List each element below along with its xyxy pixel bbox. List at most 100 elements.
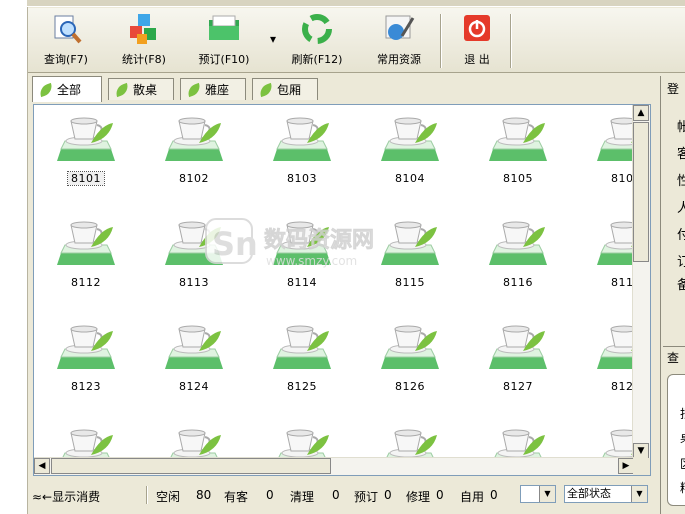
table-teacup-icon [600,429,634,461]
table-number: 8127 [503,380,533,393]
table-tile[interactable]: 8117 [586,215,634,305]
table-tile[interactable]: 8102 [154,111,234,201]
app-window: 查询(F7) 统计(F8) 预订(F10) ▾ 刷新(F12) 常用资源 退 出… [0,0,685,514]
table-tile[interactable]: 8114 [262,215,342,305]
tab-hall[interactable]: 散桌 [108,78,174,100]
reserve-button[interactable]: 预订(F10) [191,12,257,70]
table-teacup-icon [381,221,439,265]
table-tile[interactable]: 8127 [478,319,558,409]
refresh-icon [302,14,332,44]
refresh-button[interactable]: 刷新(F12) [284,12,350,70]
tab-label: 散桌 [133,82,158,97]
table-tile[interactable]: 8113 [154,215,234,305]
status-occupied-count: 0 [266,488,274,502]
table-tile[interactable] [262,423,342,461]
tab-all[interactable]: 全部 [32,76,102,102]
tab-label: 全部 [57,82,82,97]
table-number: 8113 [179,276,209,289]
leaf-icon [257,82,275,97]
side-query-box: 批 桌 区 精 [667,374,685,506]
reserve-dropdown-icon[interactable]: ▾ [270,32,276,46]
table-tile[interactable]: 8112 [46,215,126,305]
toolbar-separator [440,14,442,68]
status-filter-value: 全部状态 [567,487,611,500]
table-number: 8115 [395,276,425,289]
table-tile[interactable]: 8116 [478,215,558,305]
table-tile[interactable]: 8123 [46,319,126,409]
table-tile[interactable]: 8104 [370,111,450,201]
side-field-payment: 付 [677,228,685,243]
side-panel-header: 登 [667,82,680,96]
status-reserved-count: 0 [384,488,392,502]
table-teacup-icon [276,429,329,461]
table-teacup-icon [165,221,223,265]
table-number: 8106 [611,172,634,185]
table-tile[interactable] [46,423,126,461]
exit-button[interactable]: 退 出 [452,12,502,70]
box-field-area: 区 [680,455,685,472]
table-tile[interactable]: 8106 [586,111,634,201]
table-tile[interactable]: 8126 [370,319,450,409]
table-teacup-icon [384,429,437,461]
refresh-label: 刷新(F12) [291,53,343,66]
show-consumption-toggle[interactable]: ≈←显示消费 [32,488,100,505]
leaf-icon [185,82,203,97]
vertical-scroll-thumb[interactable] [633,122,649,262]
side-field-gender: 性 [677,174,685,189]
table-teacup-icon [489,117,547,161]
tab-private-room[interactable]: 包厢 [252,78,318,100]
table-teacup-icon [57,117,115,161]
table-number: 8126 [395,380,425,393]
side-field-account: 帐 [677,120,685,135]
table-tile[interactable] [478,423,558,461]
tab-label: 包厢 [277,82,302,97]
status-repair-count: 0 [436,488,444,502]
side-field-guest: 客 [677,147,685,162]
horizontal-scrollbar[interactable]: ◀ ▶ [34,457,634,475]
scroll-corner [633,458,650,475]
toolbar-separator [510,14,512,68]
table-tile[interactable]: 8101 [46,111,126,201]
table-number: 8114 [287,276,317,289]
table-number: 8128 [611,380,634,393]
query-button[interactable]: 查询(F7) [36,12,96,70]
table-teacup-icon [492,429,545,461]
scroll-left-icon[interactable]: ◀ [34,458,50,474]
cubes-icon [130,14,156,44]
status-reserved-label: 预订 [354,490,379,504]
status-cleaning-count: 0 [332,488,340,502]
table-tile[interactable] [154,423,234,461]
checkin-side-panel: 登 帐 客 性 人 付 订 备 查 批 桌 区 精 [660,76,685,514]
stats-button[interactable]: 统计(F8) [114,12,174,70]
table-tile[interactable]: 8125 [262,319,342,409]
table-tile[interactable]: 8128 [586,319,634,409]
horizontal-scroll-thumb[interactable] [51,458,331,474]
scroll-right-icon[interactable]: ▶ [618,458,634,474]
table-teacup-icon [273,325,331,369]
vertical-scrollbar[interactable]: ▲ ▼ [632,105,650,459]
table-number: 8124 [179,380,209,393]
box-field-fine: 精 [680,479,685,496]
scroll-down-icon[interactable]: ▼ [633,443,649,459]
table-tile[interactable]: 8103 [262,111,342,201]
stats-label: 统计(F8) [122,53,166,66]
table-number: 8117 [611,276,634,289]
table-tile[interactable] [586,423,634,461]
side-field-people: 人 [677,201,685,216]
table-teacup-icon [597,221,634,265]
area-filter-select[interactable]: ▼ [520,485,556,503]
table-number: 8112 [71,276,101,289]
tab-booth[interactable]: 雅座 [180,78,246,100]
table-grid-panel: 8101 8102 8103 8104 8105 8106 8112 8113 8114 8115… [33,104,651,476]
table-tile[interactable] [370,423,450,461]
scroll-up-icon[interactable]: ▲ [633,105,649,121]
folder-icon [209,15,239,40]
table-tile[interactable]: 8105 [478,111,558,201]
resources-label: 常用资源 [377,53,421,66]
table-tile[interactable]: 8115 [370,215,450,305]
resources-button[interactable]: 常用资源 [366,12,432,70]
status-filter-select[interactable]: 全部状态 ▼ [564,485,648,503]
reserve-label: 预订(F10) [198,53,250,66]
table-number: 8125 [287,380,317,393]
table-tile[interactable]: 8124 [154,319,234,409]
